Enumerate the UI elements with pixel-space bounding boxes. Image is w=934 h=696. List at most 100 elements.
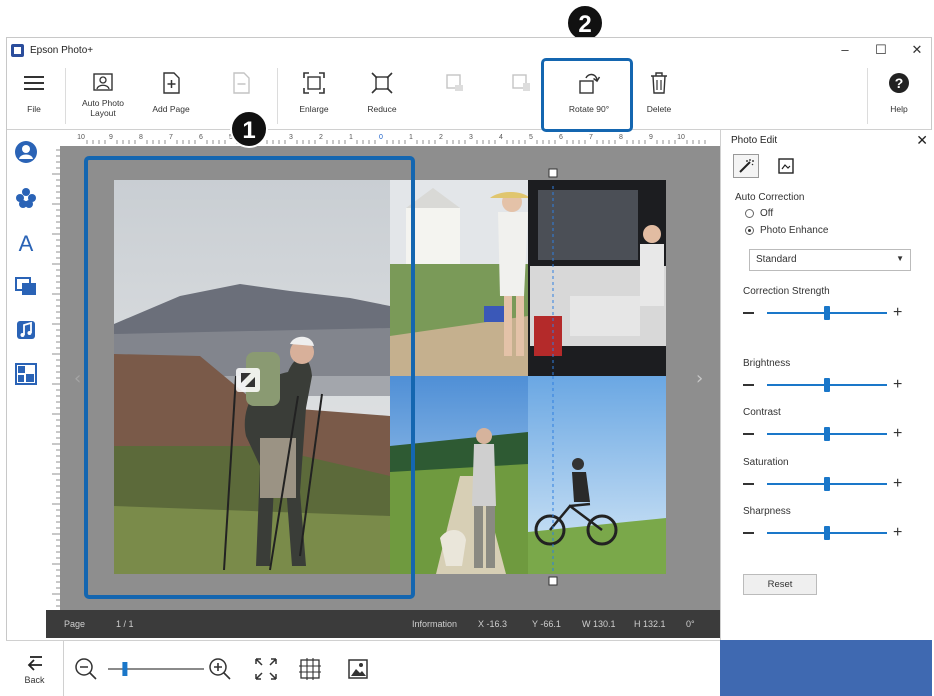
grid-icon[interactable] [298,657,322,681]
radio-off[interactable]: Off [745,208,773,219]
adjustment-slider[interactable]: + [743,426,913,442]
window-title: Epson Photo+ [30,44,94,56]
radio-photo-enhance[interactable]: Photo Enhance [745,225,828,236]
slider-thumb[interactable] [824,526,830,540]
file-label: File [27,104,41,114]
slider-thumb[interactable] [824,477,830,491]
cyclist-photo[interactable] [528,376,666,574]
maximize-button[interactable]: ☐ [873,42,889,58]
layout-icon[interactable] [13,361,39,387]
reduce-icon [369,70,395,96]
resize-handle-bottom[interactable] [548,576,558,586]
back-arrow-icon [27,656,42,671]
ruler-label: 9 [109,134,113,141]
ruler-label: 10 [677,134,685,141]
help-button[interactable]: ? Help [879,62,919,130]
radio-photo-enhance-circle [745,226,754,235]
panel-close-icon[interactable]: ✕ [916,132,928,149]
slider-thumb[interactable] [824,378,830,392]
width-readout: W 130.1 [582,619,616,629]
plus-icon[interactable]: + [893,377,902,393]
ribbon-toolbar: File Auto Photo Layout Add Page Enlarge … [7,62,931,130]
next-page-arrow-icon[interactable]: › [696,368,703,389]
plus-icon[interactable]: + [893,476,902,492]
music-icon[interactable] [13,317,39,343]
reduce-button[interactable]: Reduce [357,62,407,130]
height-readout: H 132.1 [634,619,666,629]
plus-icon[interactable]: + [893,426,902,442]
resize-handle-top[interactable] [548,168,558,178]
minus-icon[interactable] [743,384,754,386]
delete-label: Delete [646,104,672,114]
ruler-label: 7 [169,134,173,141]
callout-badge-1: 1 [230,110,268,148]
help-icon: ? [886,70,912,96]
minimize-button[interactable]: – [837,42,853,58]
plus-icon[interactable]: + [893,525,902,541]
divider [867,68,868,124]
previous-page-arrow-icon[interactable]: ‹ [74,368,81,389]
divider [277,68,278,124]
radio-photo-enhance-label: Photo Enhance [760,225,829,236]
y-readout: Y -66.1 [532,619,561,629]
radio-off-circle [745,209,754,218]
close-button[interactable]: ✕ [909,42,925,58]
file-button[interactable]: File [11,62,57,130]
horizontal-ruler: 10987654321012345678910 [55,130,720,144]
callout-2-highlight [541,58,633,132]
text-icon[interactable]: A [13,229,39,255]
reduce-label: Reduce [367,104,397,114]
ruler-label: 6 [559,134,563,141]
auto-correction-label: Auto Correction [735,192,805,203]
minus-icon[interactable] [743,312,754,314]
adjustment-slider[interactable]: + [743,377,913,393]
magic-wand-tab[interactable] [733,154,759,178]
auto-layout-icon [90,70,116,96]
slider-thumb[interactable] [824,306,830,320]
delete-button[interactable]: Delete [637,62,681,130]
plus-icon[interactable]: + [893,305,902,321]
ruler-label: 10 [77,134,85,141]
ruler-label: 8 [619,134,623,141]
crop-tab[interactable] [773,154,799,178]
minus-icon[interactable] [743,532,754,534]
photo-edit-panel: Photo Edit ✕ Auto Correction Off Photo E… [720,130,932,640]
reset-button[interactable]: Reset [743,574,817,595]
auto-layout-button[interactable]: Auto Photo Layout [71,62,135,130]
minus-icon[interactable] [743,433,754,435]
chevron-down-icon: ▼ [896,254,904,263]
enhance-mode-select[interactable]: Standard ▼ [749,249,911,271]
back-label: Back [24,675,45,685]
zoom-out-icon[interactable] [74,657,98,681]
layers-icon[interactable] [13,273,39,299]
adjustment-slider[interactable]: + [743,525,913,541]
auto-layout-label: Auto Photo Layout [81,98,125,118]
callout-1-highlight [84,156,415,599]
person-icon[interactable] [13,139,39,165]
back-button[interactable]: Back [6,641,64,696]
flower-icon[interactable] [13,185,39,211]
page-indicator: 1 / 1 [116,619,134,629]
zoom-in-icon[interactable] [208,657,232,681]
ruler-label: 9 [649,134,653,141]
enlarge-button[interactable]: Enlarge [289,62,339,130]
adjustment-slider[interactable]: + [743,476,913,492]
help-label: Help [890,104,908,114]
add-page-button[interactable]: Add Page [141,62,201,130]
image-preview-icon[interactable] [346,657,370,681]
add-page-icon [158,70,184,96]
slider-thumb[interactable] [824,427,830,441]
trash-icon [646,70,672,96]
ruler-label: 2 [439,134,443,141]
ruler-label: 5 [529,134,533,141]
radio-off-label: Off [760,208,774,219]
svg-text:?: ? [895,75,904,91]
zoom-slider[interactable] [108,657,204,681]
fit-to-window-icon[interactable] [254,657,278,681]
send-backward-button[interactable] [501,62,541,130]
minus-icon[interactable] [743,483,754,485]
car-trunk-photo[interactable] [528,180,666,376]
zoom-slider-thumb[interactable] [122,662,128,676]
bring-forward-button[interactable] [435,62,475,130]
adjustment-slider[interactable]: + [743,305,913,321]
